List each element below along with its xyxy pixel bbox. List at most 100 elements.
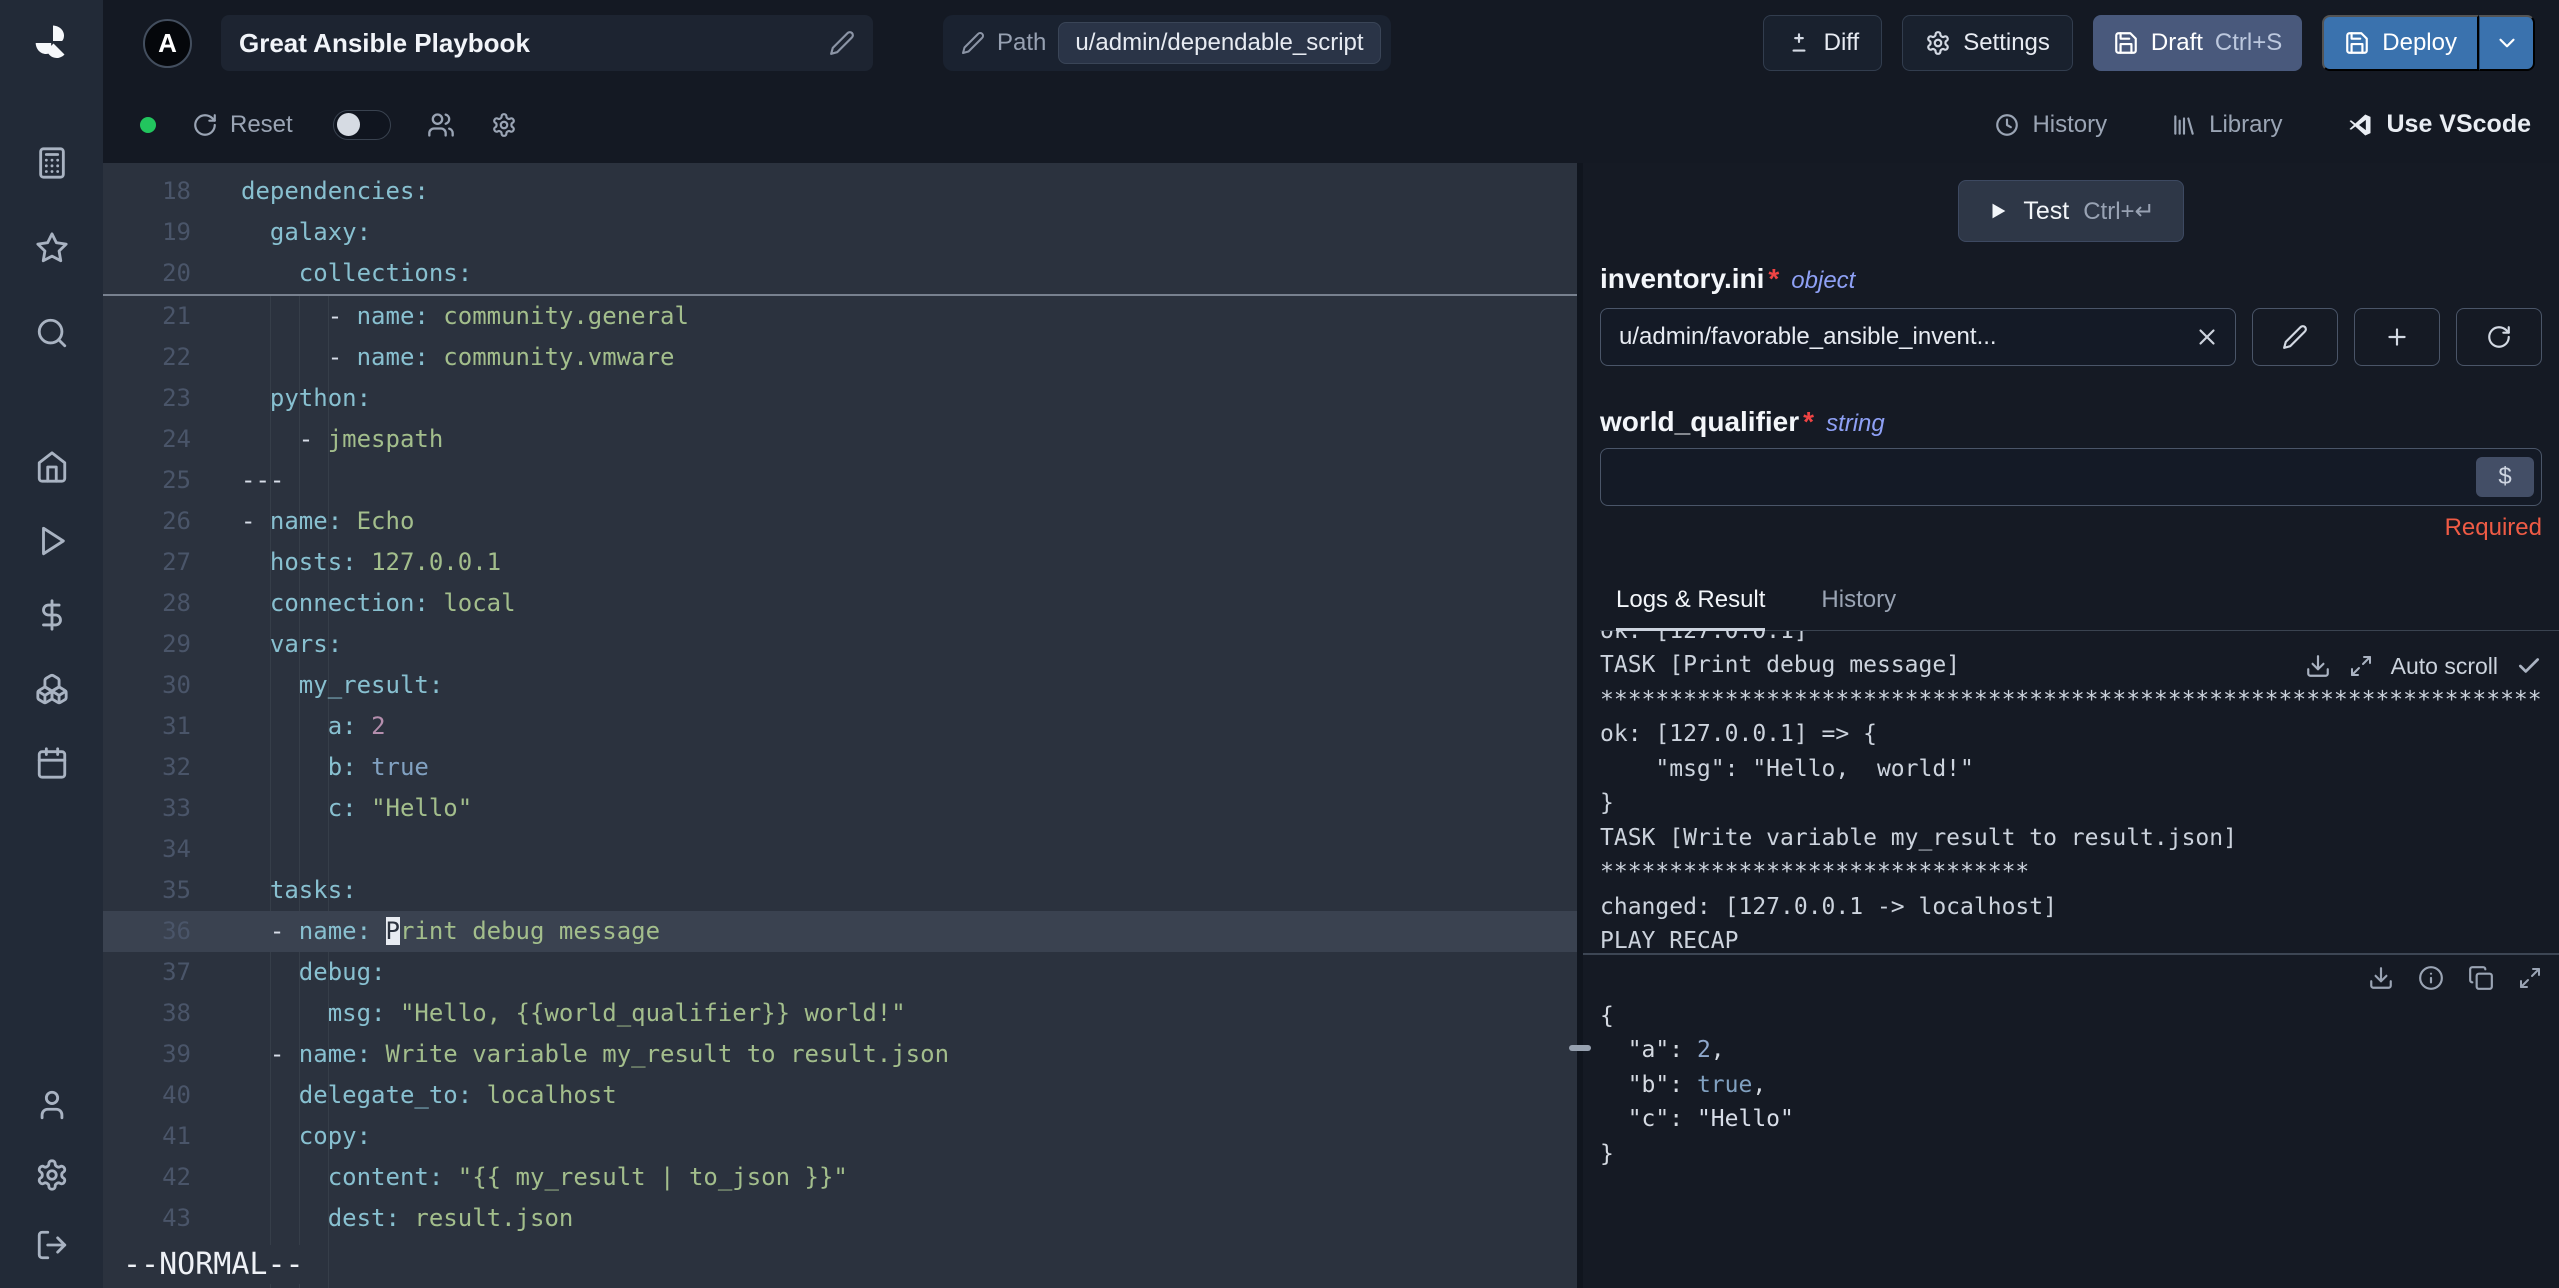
code-line[interactable]: 31 a: 2 xyxy=(103,706,1577,747)
logout-icon[interactable] xyxy=(35,1228,69,1262)
result-line: "a": 2, xyxy=(1600,1037,1725,1063)
download-result-icon[interactable] xyxy=(2368,965,2394,991)
code-line[interactable]: 23 python: xyxy=(103,378,1577,419)
code-line[interactable]: 40 delegate_to: localhost xyxy=(103,1075,1577,1116)
code-line[interactable]: 19 galaxy: xyxy=(103,212,1577,253)
edit-path-pencil-icon[interactable] xyxy=(961,31,985,55)
code-line[interactable]: 37 debug: xyxy=(103,952,1577,993)
line-number: 27 xyxy=(162,548,191,576)
diff-button[interactable]: Diff xyxy=(1762,15,1883,71)
account-user-icon[interactable] xyxy=(35,1088,69,1122)
line-number: 35 xyxy=(162,876,191,904)
logs-result-divider[interactable] xyxy=(1583,952,2559,955)
path-box[interactable]: Path u/admin/dependable_script xyxy=(943,15,1391,71)
settings-button[interactable]: Settings xyxy=(1902,15,2073,71)
variable-picker-button[interactable]: $ xyxy=(2476,457,2534,497)
log-line: changed: [127.0.0.1 -> localhost] xyxy=(1600,893,2057,920)
settings-gear-icon[interactable] xyxy=(35,1158,69,1192)
code-line[interactable]: 41 copy: xyxy=(103,1116,1577,1157)
code-line[interactable]: 39 - name: Write variable my_result to r… xyxy=(103,1034,1577,1075)
panel-splitter[interactable] xyxy=(1569,163,1591,1288)
sidebar-nav-group xyxy=(35,450,69,780)
line-number: 38 xyxy=(162,999,191,1027)
schedules-calendar-icon[interactable] xyxy=(35,746,69,780)
line-number: 22 xyxy=(162,343,191,371)
clear-x-icon[interactable] xyxy=(2194,324,2220,350)
expand-result-icon[interactable] xyxy=(2518,966,2542,990)
draft-button[interactable]: Draft Ctrl+S xyxy=(2092,15,2303,71)
code-line[interactable]: 27 hosts: 127.0.0.1 xyxy=(103,542,1577,583)
code-line[interactable]: 35 tasks: xyxy=(103,870,1577,911)
log-line: ok: [127.0.0.1] => { xyxy=(1600,721,1877,747)
vscode-icon xyxy=(2349,114,2371,135)
code-line[interactable]: 42 content: "{{ my_result | to_json }}" xyxy=(103,1157,1577,1198)
copy-result-icon[interactable] xyxy=(2468,965,2494,991)
line-number: 20 xyxy=(162,259,191,287)
code-line[interactable]: 44 xyxy=(103,1239,1577,1280)
inventory-input[interactable] xyxy=(1600,308,2236,366)
code-line[interactable]: 29 vars: xyxy=(103,624,1577,665)
code-line[interactable]: 24 - jmespath xyxy=(103,419,1577,460)
code-line[interactable]: 38 msg: "Hello, {{world_qualifier}} worl… xyxy=(103,993,1577,1034)
autoscroll-checkbox[interactable] xyxy=(2516,653,2542,679)
status-dot xyxy=(140,116,156,133)
line-number: 21 xyxy=(162,302,191,330)
world-qualifier-input[interactable] xyxy=(1600,448,2542,506)
info-icon[interactable] xyxy=(2418,965,2444,991)
code-line[interactable]: 32 b: true xyxy=(103,747,1577,788)
search-icon[interactable] xyxy=(35,316,69,350)
editor-settings-button[interactable] xyxy=(491,112,517,138)
resources-boxes-icon[interactable] xyxy=(35,672,69,706)
deploy-dropdown-button[interactable] xyxy=(2479,15,2535,71)
collaborators-button[interactable] xyxy=(427,111,455,139)
result-tabs: Logs & Result History xyxy=(1600,586,2559,631)
gear-icon xyxy=(492,112,515,137)
code-line[interactable]: 22 - name: community.vmware xyxy=(103,337,1577,378)
line-number: 42 xyxy=(162,1163,191,1191)
history-button[interactable]: History xyxy=(1994,111,2107,139)
calculator-icon[interactable] xyxy=(35,146,69,180)
code-editor[interactable]: 18 dependencies: 19 galaxy: 20 collections:… xyxy=(103,163,1577,1288)
tab-history[interactable]: History xyxy=(1821,586,1896,630)
code-line[interactable]: 26- name: Echo xyxy=(103,501,1577,542)
test-button[interactable]: Test Ctrl+↵ xyxy=(1958,180,2184,242)
runs-play-icon[interactable] xyxy=(35,524,69,558)
code-line[interactable]: 36 - name: Print debug message xyxy=(103,911,1577,952)
line-number: 30 xyxy=(162,671,191,699)
expand-logs-icon[interactable] xyxy=(2349,654,2373,678)
add-resource-button[interactable] xyxy=(2354,308,2440,366)
windmill-logo-icon[interactable] xyxy=(32,22,72,62)
line-number: 34 xyxy=(162,835,191,863)
code-line[interactable]: 20 collections: xyxy=(103,253,1577,294)
code-line[interactable]: 33 c: "Hello" xyxy=(103,788,1577,829)
sidebar-top-group xyxy=(35,146,69,350)
code-line[interactable]: 18 dependencies: xyxy=(103,171,1577,212)
workspace-avatar[interactable]: A xyxy=(143,18,192,68)
code-line[interactable]: 25 --- xyxy=(103,460,1577,501)
variables-dollar-icon[interactable] xyxy=(35,598,69,632)
gear-icon xyxy=(1927,31,1950,55)
code-line[interactable]: 34 xyxy=(103,829,1577,870)
code-line[interactable]: 43 dest: result.json xyxy=(103,1198,1577,1239)
use-vscode-button[interactable]: Use VScode xyxy=(2346,110,2531,139)
deploy-button[interactable]: Deploy xyxy=(2322,15,2479,71)
code-line[interactable]: 30 my_result: xyxy=(103,665,1577,706)
download-logs-icon[interactable] xyxy=(2305,653,2331,679)
field-type: object xyxy=(1791,267,1856,294)
clock-icon xyxy=(1996,113,2019,136)
script-title: Great Ansible Playbook xyxy=(239,27,530,58)
reload-resource-button[interactable] xyxy=(2456,308,2542,366)
edit-title-pencil-icon[interactable] xyxy=(829,30,855,56)
code-line[interactable]: 28 connection: local xyxy=(103,583,1577,624)
star-icon[interactable] xyxy=(35,231,69,265)
path-value[interactable]: u/admin/dependable_script xyxy=(1058,22,1381,64)
tab-logs-result[interactable]: Logs & Result xyxy=(1616,586,1766,631)
code-line[interactable]: 21 - name: community.general xyxy=(103,296,1577,337)
line-number: 32 xyxy=(162,753,191,781)
reset-button[interactable]: Reset xyxy=(192,111,293,139)
edit-resource-button[interactable] xyxy=(2252,308,2338,366)
library-button[interactable]: Library xyxy=(2171,111,2282,139)
home-icon[interactable] xyxy=(35,450,69,484)
script-title-field[interactable]: Great Ansible Playbook xyxy=(221,15,873,71)
mode-toggle[interactable] xyxy=(332,109,391,140)
